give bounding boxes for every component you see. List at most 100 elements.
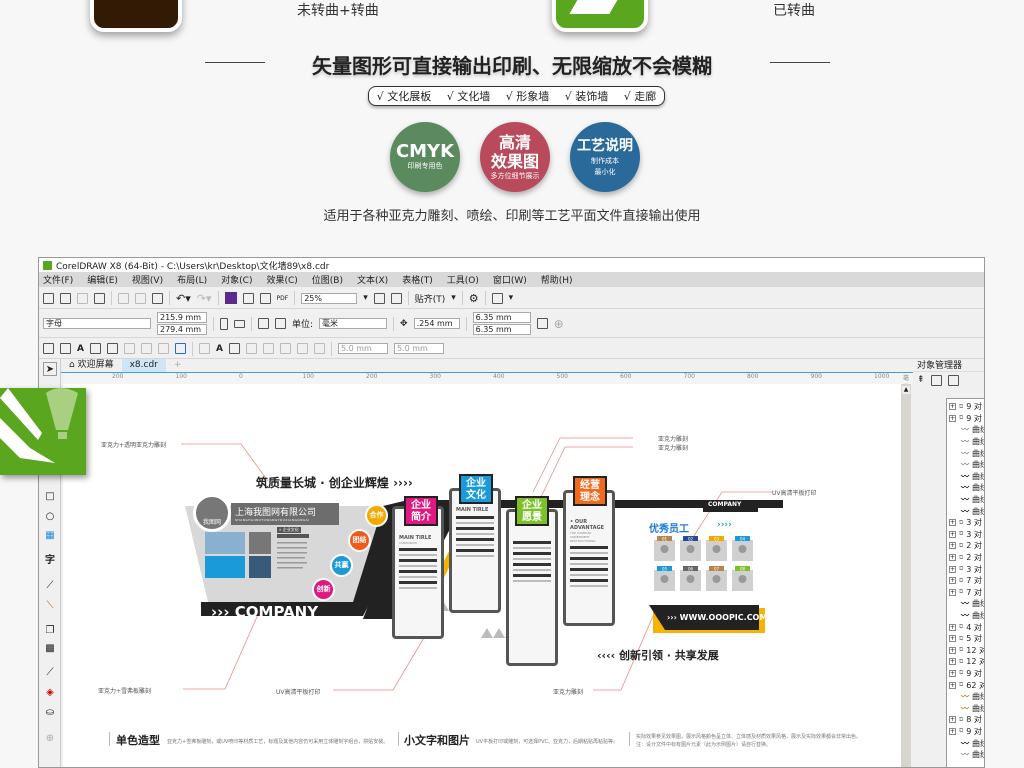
expand-icon[interactable]: + — [949, 403, 956, 411]
pick-tool-icon[interactable]: ➤ — [43, 362, 57, 376]
object-tree-row[interactable]: + ⧉ 12 对 — [947, 656, 984, 668]
rectangle-tool-icon[interactable]: □ — [43, 490, 57, 504]
object-tree-row[interactable]: 〰曲线 — [947, 494, 984, 506]
object-tree-row[interactable]: + ⧉ 2 对 — [947, 540, 984, 552]
object-tree-row[interactable]: 〰曲线 — [947, 459, 984, 471]
menu-item[interactable]: 帮助(H) — [541, 273, 573, 286]
menu-item[interactable]: 布局(L) — [177, 273, 207, 286]
object-tree-row[interactable]: + ⧉ 62 对 — [947, 679, 984, 691]
object-tree-row[interactable]: + ⧉ 4 对 — [947, 621, 984, 633]
expand-icon[interactable]: + — [949, 554, 956, 562]
import-icon[interactable] — [242, 292, 254, 304]
expand-icon[interactable]: + — [949, 658, 956, 666]
menu-item[interactable]: 对象(C) — [221, 273, 252, 286]
horizontal-ruler[interactable]: 20010001002003004005006007008009001000毫米 — [63, 373, 913, 391]
full-screen-icon[interactable] — [373, 292, 385, 304]
object-tree-row[interactable]: 〰曲线 — [947, 598, 984, 610]
text-frame-icon[interactable]: A — [216, 344, 223, 354]
table-icon[interactable] — [60, 343, 71, 354]
app-launcher-icon[interactable] — [491, 292, 503, 304]
options-gear-icon[interactable]: ⚙ — [469, 292, 479, 305]
expand-icon[interactable]: + — [949, 565, 956, 573]
object-tree-row[interactable]: + ⧉ 3 对 — [947, 529, 984, 541]
menu-item[interactable]: 位图(B) — [312, 273, 343, 286]
expand-icon[interactable]: + — [949, 414, 956, 422]
text-icon[interactable]: A — [77, 344, 84, 354]
layout-icon[interactable] — [43, 343, 54, 354]
page-width-field[interactable]: 215.9 mm — [157, 312, 207, 323]
disabled-icon[interactable] — [296, 343, 308, 354]
new-tab-button[interactable]: + — [166, 359, 190, 372]
line-tool-icon[interactable]: ⟋ — [43, 579, 57, 593]
menu-item[interactable]: 文件(F) — [43, 273, 73, 286]
disabled-icon[interactable] — [123, 343, 135, 354]
object-tree-row[interactable]: 〰曲线 — [947, 737, 984, 749]
paste-icon[interactable] — [152, 292, 163, 304]
expand-icon[interactable]: + — [949, 542, 956, 550]
units-select[interactable]: 毫米 — [319, 318, 388, 329]
page-frame-icon[interactable] — [536, 318, 548, 329]
object-tree-row[interactable]: + ⧉ 9 对 — [947, 668, 984, 680]
fill-tool-icon[interactable]: ◈ — [43, 686, 57, 700]
object-tree-row[interactable]: + ⧉ 3 对 — [947, 517, 984, 529]
disabled-icon[interactable] — [157, 343, 169, 354]
landscape-icon[interactable] — [234, 319, 245, 328]
table-tool-icon[interactable]: ▦ — [43, 529, 57, 543]
layer-options-icon[interactable]: ⇞ — [917, 375, 925, 385]
cut-icon[interactable] — [118, 292, 129, 304]
menu-item[interactable]: 文本(X) — [357, 273, 388, 286]
object-tree-row[interactable]: + ⧉ 9 对 — [947, 401, 984, 413]
object-tree-row[interactable]: 〰曲线 — [947, 610, 984, 622]
object-tree-row[interactable]: 〰曲线 — [947, 436, 984, 448]
portrait-icon[interactable] — [220, 317, 228, 330]
expand-icon[interactable]: + — [949, 716, 956, 724]
object-tree-row[interactable]: + ⧉ 9 对 — [947, 726, 984, 738]
object-tree-row[interactable]: + ⧉ 9 对 — [947, 413, 984, 425]
menu-item[interactable]: 效果(C) — [266, 273, 297, 286]
menu-item[interactable]: 工具(O) — [447, 273, 479, 286]
new-icon[interactable] — [43, 292, 54, 304]
object-tree-row[interactable]: + ⧉ 7 对 — [947, 575, 984, 587]
customize-add-icon[interactable]: ⊕ — [43, 732, 57, 746]
object-tree-row[interactable]: 〰曲线 — [947, 447, 984, 459]
zoom-level-field[interactable]: 25% — [301, 292, 358, 304]
expand-icon[interactable]: + — [949, 635, 956, 643]
corner-radius-1[interactable]: 5.0 mm — [337, 343, 388, 354]
object-icon[interactable] — [106, 343, 118, 354]
open-icon[interactable] — [60, 292, 71, 304]
disabled-icon[interactable] — [262, 343, 274, 354]
object-tree-row[interactable]: + ⧉ 7 对 — [947, 587, 984, 599]
disabled-icon[interactable] — [198, 343, 210, 354]
duplicate-x-field[interactable]: 6.35 mm — [472, 312, 531, 323]
search-content-icon[interactable] — [224, 292, 237, 304]
menu-item[interactable]: 编辑(E) — [87, 273, 118, 286]
object-tree-row[interactable]: + ⧉ 12 对 — [947, 644, 984, 656]
expand-icon[interactable]: + — [949, 669, 956, 677]
object-tree-row[interactable]: + ⧉ 8 对 — [947, 714, 984, 726]
zoom-dropdown[interactable]: ▾ — [363, 293, 368, 303]
all-pages-icon[interactable] — [258, 318, 269, 329]
redo-icon[interactable]: ↷▾ — [197, 292, 212, 305]
add-icon[interactable]: ⊕ — [554, 317, 564, 331]
guides-icon[interactable] — [89, 343, 101, 354]
expand-icon[interactable]: + — [949, 577, 956, 585]
expand-icon[interactable]: + — [949, 681, 956, 689]
corner-radius-2[interactable]: 5.0 mm — [393, 343, 444, 354]
current-page-icon[interactable] — [275, 318, 286, 329]
disabled-icon[interactable] — [140, 343, 152, 354]
object-tree-row[interactable]: 〰曲线 — [947, 471, 984, 483]
align-icon[interactable] — [174, 343, 186, 354]
object-tree-row[interactable]: + ⧉ 2 对 — [947, 552, 984, 564]
vertical-scrollbar[interactable]: ▲ — [901, 384, 911, 767]
transparency-tool-icon[interactable]: ▩ — [43, 642, 57, 656]
expand-icon[interactable]: + — [949, 727, 956, 735]
expand-icon[interactable]: + — [949, 646, 956, 654]
undo-icon[interactable]: ↶▾ — [176, 292, 191, 305]
eyedropper-tool-icon[interactable]: ⟋ — [43, 666, 57, 680]
expand-icon[interactable]: + — [949, 623, 956, 631]
copy-icon[interactable] — [135, 292, 146, 304]
nudge-distance-field[interactable]: .254 mm — [413, 318, 460, 329]
object-tree-row[interactable]: 〰曲线 — [947, 749, 984, 761]
object-tree-row[interactable]: 〰曲线 — [947, 505, 984, 517]
object-tree-row[interactable]: + ⧉ 5 对 — [947, 633, 984, 645]
